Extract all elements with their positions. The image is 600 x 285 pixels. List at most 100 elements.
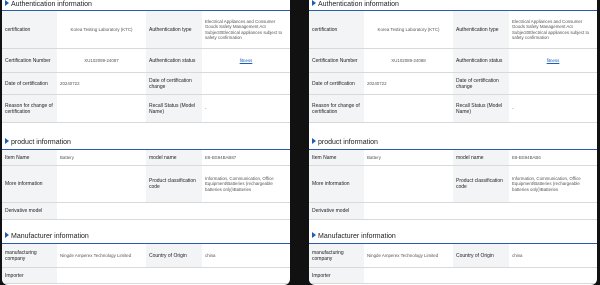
table-row: Reason for change of certification Recal… bbox=[2, 94, 290, 123]
classification-label: Product classification code bbox=[146, 165, 202, 203]
section-title-text: Manufacturer information bbox=[11, 233, 89, 240]
table-row: Derivative model bbox=[309, 202, 597, 220]
more-info-label: More information bbox=[309, 165, 364, 203]
date-change-label: Date of certification change bbox=[453, 72, 509, 95]
table-row: Importer bbox=[2, 267, 290, 284]
table-row: More information Product classification … bbox=[2, 165, 290, 203]
table-row: Item Name Battery model name E8-BS94BAB8… bbox=[2, 149, 290, 166]
table-row: Importer bbox=[309, 267, 597, 284]
auth-status-cell: fitness bbox=[509, 48, 597, 73]
section-title-text: Manufacturer information bbox=[318, 233, 396, 240]
section-marker-icon bbox=[312, 138, 316, 144]
section-marker-icon bbox=[5, 138, 9, 144]
section-marker-icon bbox=[5, 0, 9, 6]
section-title-authentication: Authentication information bbox=[5, 0, 92, 10]
section-title-manufacturer: Manufacturer information bbox=[312, 232, 396, 242]
section-title-text: Authentication information bbox=[318, 1, 399, 8]
classification-value: Information, Communication, Office Equip… bbox=[509, 165, 597, 203]
importer-label: Importer bbox=[2, 267, 57, 284]
section-title-text: product information bbox=[318, 139, 378, 146]
reason-label: Reason for change of certification bbox=[2, 94, 57, 123]
certification-label: certification bbox=[309, 10, 364, 49]
company-label: manufacturing company bbox=[309, 243, 364, 268]
company-label: manufacturing company bbox=[2, 243, 57, 268]
reason-value bbox=[57, 94, 146, 123]
importer-label: Importer bbox=[309, 267, 364, 284]
date-change-value bbox=[509, 72, 597, 95]
model-name-value: E8-BS94BAB6 bbox=[509, 149, 597, 166]
certification-panel-left: Authentication information certification… bbox=[2, 0, 290, 285]
certification-label: certification bbox=[2, 10, 57, 49]
derivative-value bbox=[57, 202, 290, 220]
product-table: Item Name Battery model name E8-BS94BAB8… bbox=[2, 149, 290, 220]
importer-value bbox=[57, 267, 290, 284]
cert-number-label: Certification Number bbox=[2, 48, 57, 73]
auth-type-label: Authentication type bbox=[453, 10, 509, 49]
section-marker-icon bbox=[312, 232, 316, 238]
table-row: manufacturing company Ningde Amperex Tec… bbox=[2, 243, 290, 268]
recall-label: Recall Status (Model Name) bbox=[146, 94, 202, 123]
item-name-label: Item Name bbox=[2, 149, 57, 166]
cert-number-label: Certification Number bbox=[309, 48, 364, 73]
product-table: Item Name Battery model name E8-BS94BAB6… bbox=[309, 149, 597, 220]
table-row: Reason for change of certification Recal… bbox=[309, 94, 597, 123]
table-row: Item Name Battery model name E8-BS94BAB6 bbox=[309, 149, 597, 166]
cert-number-value: XU102099-24087 bbox=[57, 48, 146, 73]
cert-number-value: XU102089-24088 bbox=[364, 48, 453, 73]
section-title-product: product information bbox=[5, 138, 71, 148]
auth-status-link[interactable]: fitness bbox=[512, 58, 594, 64]
importer-value bbox=[364, 267, 597, 284]
section-title-product: product information bbox=[312, 138, 378, 148]
reason-value bbox=[364, 94, 453, 123]
manufacturer-table: manufacturing company Ningde Amperex Tec… bbox=[309, 243, 597, 284]
manufacturer-table: manufacturing company Ningde Amperex Tec… bbox=[2, 243, 290, 284]
table-row: manufacturing company Ningde Amperex Tec… bbox=[309, 243, 597, 268]
model-name-label: model name bbox=[453, 149, 509, 166]
auth-type-value: Electrical Appliances and Consumer Goods… bbox=[509, 10, 597, 49]
model-name-label: model name bbox=[146, 149, 202, 166]
auth-type-value: Electrical Appliances and Consumer Goods… bbox=[202, 10, 290, 49]
origin-value: china bbox=[202, 243, 290, 268]
origin-value: china bbox=[509, 243, 597, 268]
table-row: certification Korea Testing Laboratory (… bbox=[309, 10, 597, 49]
section-title-authentication: Authentication information bbox=[312, 0, 399, 10]
table-row: Date of certification 20240722 Date of c… bbox=[2, 72, 290, 95]
recall-value: - bbox=[202, 94, 290, 123]
date-cert-value: 20240722 bbox=[57, 72, 146, 95]
table-row: Certification Number XU102089-24088 Auth… bbox=[309, 48, 597, 73]
table-row: certification Korea Testing Laboratory (… bbox=[2, 10, 290, 49]
auth-status-label: Authentication status bbox=[146, 48, 202, 73]
derivative-label: Derivative model bbox=[309, 202, 364, 220]
origin-label: Country of Origin bbox=[146, 243, 202, 268]
section-title-text: Authentication information bbox=[11, 1, 92, 8]
table-row: Derivative model bbox=[2, 202, 290, 220]
item-name-value: Battery bbox=[57, 149, 146, 166]
auth-status-link[interactable]: fitness bbox=[205, 58, 287, 64]
origin-label: Country of Origin bbox=[453, 243, 509, 268]
company-value: Ningde Amperex Technology Limited bbox=[364, 243, 453, 268]
more-info-value bbox=[57, 165, 146, 203]
date-change-label: Date of certification change bbox=[146, 72, 202, 95]
more-info-value bbox=[364, 165, 453, 203]
more-info-label: More information bbox=[2, 165, 57, 203]
date-cert-value: 20240722 bbox=[364, 72, 453, 95]
recall-value: - bbox=[509, 94, 597, 123]
section-marker-icon bbox=[5, 232, 9, 238]
classification-label: Product classification code bbox=[453, 165, 509, 203]
table-row: Certification Number XU102099-24087 Auth… bbox=[2, 48, 290, 73]
auth-status-label: Authentication status bbox=[453, 48, 509, 73]
authentication-table: certification Korea Testing Laboratory (… bbox=[309, 10, 597, 123]
authentication-table: certification Korea Testing Laboratory (… bbox=[2, 10, 290, 123]
date-cert-label: Date of certification bbox=[2, 72, 57, 95]
reason-label: Reason for change of certification bbox=[309, 94, 364, 123]
company-value: Ningde Amperex Technology Limited bbox=[57, 243, 146, 268]
recall-label: Recall Status (Model Name) bbox=[453, 94, 509, 123]
certification-value: Korea Testing Laboratory (KTC) bbox=[57, 10, 146, 49]
section-title-manufacturer: Manufacturer information bbox=[5, 232, 89, 242]
auth-type-label: Authentication type bbox=[146, 10, 202, 49]
table-row: Date of certification 20240722 Date of c… bbox=[309, 72, 597, 95]
table-row: More information Product classification … bbox=[309, 165, 597, 203]
certification-panel-right: Authentication information certification… bbox=[309, 0, 597, 285]
item-name-value: Battery bbox=[364, 149, 453, 166]
date-cert-label: Date of certification bbox=[309, 72, 364, 95]
